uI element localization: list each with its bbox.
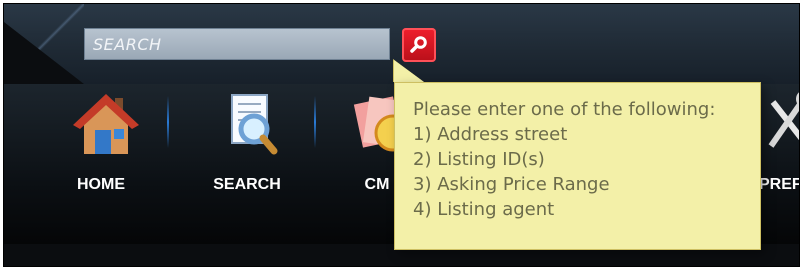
nav-item-search[interactable]: SEARCH <box>192 84 302 224</box>
toolbar-diagonal-edge <box>4 4 84 84</box>
search-button[interactable] <box>402 28 436 62</box>
tooltip-title: Please enter one of the following: <box>413 99 716 120</box>
tooltip-option-address: 1) Address street <box>413 124 568 145</box>
app-window: HOME SEARCH CM <box>3 3 800 267</box>
nav-label-preferences: PREFE <box>759 176 799 193</box>
search-input[interactable] <box>84 28 390 60</box>
tools-icon <box>768 92 799 148</box>
nav-label-home: HOME <box>77 176 125 193</box>
tooltip-pointer <box>394 60 424 82</box>
house-icon <box>73 94 139 154</box>
tooltip-option-listing-id: 2) Listing ID(s) <box>413 149 545 170</box>
tooltip-option-listing-agent: 4) Listing agent <box>413 199 555 220</box>
nav-item-home[interactable]: HOME <box>46 84 156 224</box>
nav-divider <box>314 96 316 148</box>
search-document-icon <box>231 94 278 155</box>
magnifier-icon <box>410 36 427 53</box>
nav-label-search: SEARCH <box>213 176 281 193</box>
tooltip-option-price-range: 3) Asking Price Range <box>413 174 610 195</box>
nav-divider <box>167 96 169 148</box>
search-help-tooltip: Please enter one of the following: 1) Ad… <box>394 82 761 250</box>
